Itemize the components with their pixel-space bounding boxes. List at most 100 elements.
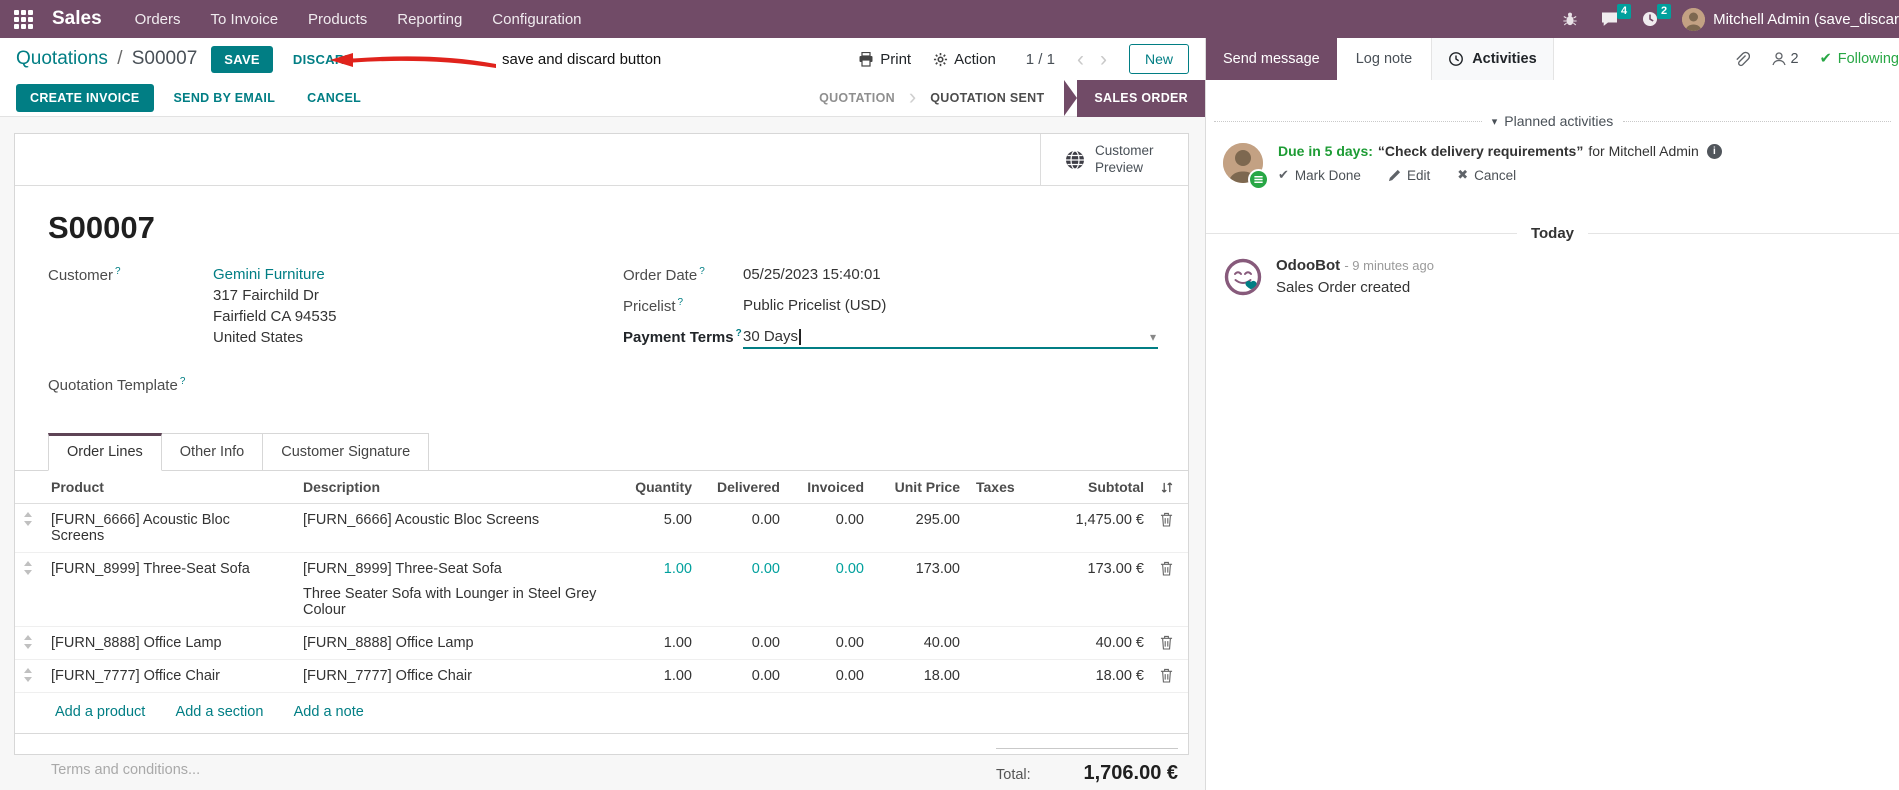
col-unit-price[interactable]: Unit Price	[872, 471, 968, 504]
cell-quantity[interactable]: 1.00	[610, 552, 700, 627]
optional-columns-button[interactable]	[1152, 471, 1188, 504]
add-section-link[interactable]: Add a section	[176, 704, 264, 720]
attach-files-button[interactable]	[1733, 51, 1750, 68]
cell-delivered[interactable]: 0.00	[700, 552, 788, 627]
apps-menu-button[interactable]	[0, 0, 46, 38]
cell-product[interactable]: [FURN_8888] Office Lamp	[43, 626, 295, 660]
debug-bug-icon[interactable]	[1551, 0, 1589, 38]
drag-handle-icon[interactable]	[15, 552, 43, 627]
action-button[interactable]: Action	[933, 51, 996, 68]
cancel-activity-button[interactable]: ✖ Cancel	[1457, 167, 1516, 183]
create-invoice-button[interactable]: CREATE INVOICE	[16, 84, 154, 112]
col-taxes[interactable]: Taxes	[968, 471, 1032, 504]
user-avatar[interactable]	[1682, 7, 1706, 31]
add-note-link[interactable]: Add a note	[294, 704, 364, 720]
print-button[interactable]: Print	[858, 51, 911, 68]
customer-link[interactable]: Gemini Furniture	[213, 266, 336, 283]
breadcrumb-quotations[interactable]: Quotations	[16, 48, 108, 69]
col-description[interactable]: Description	[295, 471, 610, 504]
menu-configuration[interactable]: Configuration	[477, 0, 596, 38]
stage-sales-order[interactable]: SALES ORDER	[1077, 79, 1205, 117]
delete-row-button[interactable]	[1152, 659, 1188, 693]
cell-description[interactable]: [FURN_7777] Office Chair	[295, 659, 610, 693]
cell-taxes[interactable]	[968, 503, 1032, 553]
new-button[interactable]: New	[1128, 44, 1189, 74]
pricelist-value[interactable]: Public Pricelist (USD)	[743, 297, 886, 315]
info-icon[interactable]: i	[1706, 143, 1722, 159]
menu-products[interactable]: Products	[293, 0, 382, 38]
cell-description[interactable]: [FURN_6666] Acoustic Bloc Screens	[295, 503, 610, 553]
save-button[interactable]: SAVE	[211, 45, 273, 73]
cell-subtotal[interactable]: 1,475.00 €	[1032, 503, 1152, 553]
col-subtotal[interactable]: Subtotal	[1032, 471, 1152, 504]
drag-handle-icon[interactable]	[15, 626, 43, 660]
cell-taxes[interactable]	[968, 552, 1032, 627]
cell-delivered[interactable]: 0.00	[700, 626, 788, 660]
cell-invoiced[interactable]: 0.00	[788, 503, 872, 553]
send-message-button[interactable]: Send message	[1206, 38, 1337, 80]
cell-subtotal[interactable]: 18.00 €	[1032, 659, 1152, 693]
cell-subtotal[interactable]: 173.00 €	[1032, 552, 1152, 627]
cell-product[interactable]: [FURN_8999] Three-Seat Sofa	[43, 552, 295, 627]
cell-subtotal[interactable]: 40.00 €	[1032, 626, 1152, 660]
cell-delivered[interactable]: 0.00	[700, 503, 788, 553]
pager-next[interactable]: ›	[1100, 49, 1107, 70]
dropdown-caret-icon[interactable]: ▾	[1150, 330, 1156, 344]
tab-customer-signature[interactable]: Customer Signature	[263, 433, 430, 471]
pager-previous[interactable]: ‹	[1077, 49, 1084, 70]
customer-preview-button[interactable]: Customer Preview	[1040, 134, 1188, 185]
log-note-button[interactable]: Log note	[1337, 38, 1431, 80]
cell-description[interactable]: [FURN_8999] Three-Seat Sofa Three Seater…	[295, 552, 610, 627]
menu-orders[interactable]: Orders	[120, 0, 196, 38]
delete-row-button[interactable]	[1152, 552, 1188, 627]
delete-row-button[interactable]	[1152, 503, 1188, 553]
cell-delivered[interactable]: 0.00	[700, 659, 788, 693]
cell-quantity[interactable]: 1.00	[610, 659, 700, 693]
tab-other-info[interactable]: Other Info	[161, 433, 264, 471]
cell-unit-price[interactable]: 173.00	[872, 552, 968, 627]
mark-done-button[interactable]: ✔ Mark Done	[1278, 167, 1361, 183]
menu-reporting[interactable]: Reporting	[382, 0, 477, 38]
payment-terms-input[interactable]: 30 Days ▾	[743, 328, 1158, 349]
cell-taxes[interactable]	[968, 626, 1032, 660]
cell-product[interactable]: [FURN_7777] Office Chair	[43, 659, 295, 693]
messages-button[interactable]: 4	[1589, 0, 1632, 38]
cell-product[interactable]: [FURN_6666] Acoustic Bloc Screens	[43, 503, 295, 553]
activities-schedule-button[interactable]: Activities	[1431, 38, 1554, 80]
add-product-link[interactable]: Add a product	[55, 704, 145, 720]
activities-button[interactable]: 2	[1630, 0, 1672, 38]
app-name[interactable]: Sales	[46, 8, 120, 30]
cell-unit-price[interactable]: 18.00	[872, 659, 968, 693]
drag-handle-icon[interactable]	[15, 659, 43, 693]
terms-placeholder[interactable]: Terms and conditions...	[51, 762, 200, 785]
cancel-button[interactable]: CANCEL	[295, 84, 373, 112]
menu-to-invoice[interactable]: To Invoice	[196, 0, 294, 38]
cell-unit-price[interactable]: 40.00	[872, 626, 968, 660]
edit-activity-button[interactable]: Edit	[1388, 167, 1430, 183]
col-product[interactable]: Product	[43, 471, 295, 504]
tab-order-lines[interactable]: Order Lines	[48, 433, 162, 471]
following-button[interactable]: ✔ Following	[1820, 51, 1899, 67]
stage-quotation[interactable]: QUOTATION	[805, 91, 909, 105]
cell-quantity[interactable]: 5.00	[610, 503, 700, 553]
odoobot-avatar[interactable]	[1223, 257, 1263, 297]
cell-invoiced[interactable]: 0.00	[788, 659, 872, 693]
order-date-value[interactable]: 05/25/2023 15:40:01	[743, 266, 881, 284]
cell-invoiced[interactable]: 0.00	[788, 552, 872, 627]
cell-unit-price[interactable]: 295.00	[872, 503, 968, 553]
message-author[interactable]: OdooBot	[1276, 257, 1340, 274]
cell-quantity[interactable]: 1.00	[610, 626, 700, 660]
followers-button[interactable]: 2	[1771, 51, 1799, 67]
user-name[interactable]: Mitchell Admin (save_discar	[1713, 11, 1899, 28]
drag-handle-icon[interactable]	[15, 503, 43, 553]
cell-invoiced[interactable]: 0.00	[788, 626, 872, 660]
planned-activities-toggle[interactable]: ▾ Planned activities	[1492, 113, 1613, 129]
cell-description[interactable]: [FURN_8888] Office Lamp	[295, 626, 610, 660]
delete-row-button[interactable]	[1152, 626, 1188, 660]
send-by-email-button[interactable]: SEND BY EMAIL	[162, 84, 288, 112]
col-invoiced[interactable]: Invoiced	[788, 471, 872, 504]
col-quantity[interactable]: Quantity	[610, 471, 700, 504]
stage-quotation-sent[interactable]: QUOTATION SENT	[916, 91, 1058, 105]
cell-taxes[interactable]	[968, 659, 1032, 693]
col-delivered[interactable]: Delivered	[700, 471, 788, 504]
